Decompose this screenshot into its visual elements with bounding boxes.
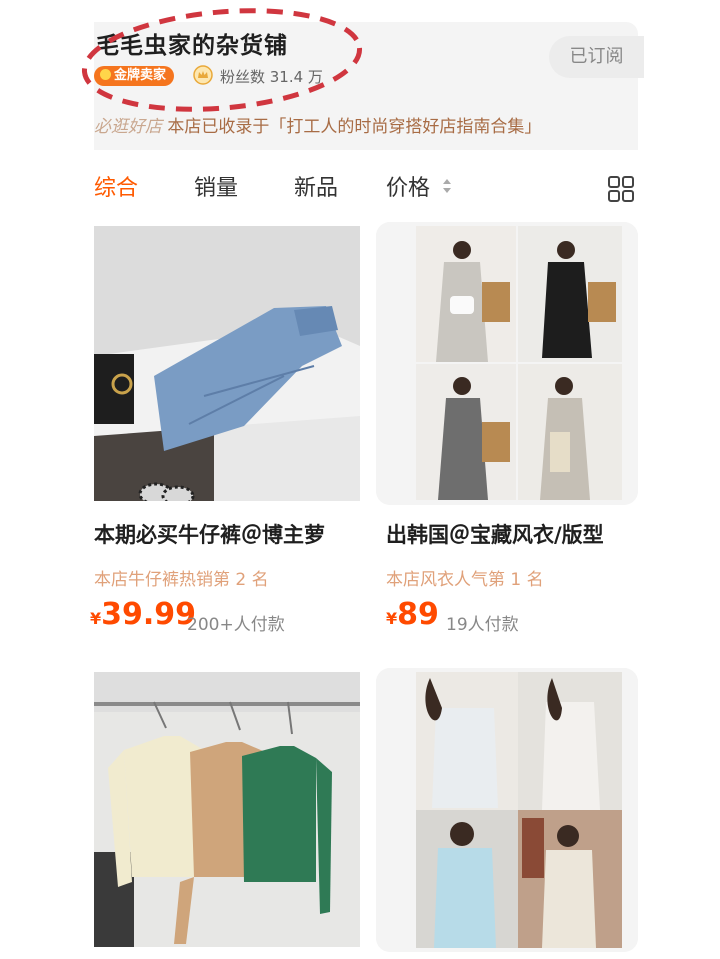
promo-tag: 必逛好店 bbox=[94, 117, 162, 137]
promo-banner[interactable]: 必逛好店 本店已收录于「打工人的时尚穿搭好店指南合集」 bbox=[94, 112, 541, 137]
tab-price[interactable]: 价格 bbox=[386, 170, 430, 202]
price-value: 89 bbox=[397, 597, 439, 632]
price-currency: ¥ bbox=[386, 609, 398, 628]
tab-comprehensive[interactable]: 综合 bbox=[94, 170, 138, 202]
product-image-turtlenecks[interactable] bbox=[94, 672, 360, 947]
product-rank: 本店风衣人气第 1 名 bbox=[386, 570, 544, 590]
grid-view-icon[interactable] bbox=[608, 176, 634, 202]
price-currency: ¥ bbox=[90, 609, 102, 628]
sold-count: 200+人付款 bbox=[187, 615, 285, 635]
promo-text: 本店已收录于「打工人的时尚穿搭好店指南合集」 bbox=[167, 117, 542, 137]
product-rank: 本店牛仔裤热销第 2 名 bbox=[94, 570, 269, 590]
tab-new[interactable]: 新品 bbox=[294, 170, 338, 202]
product-image-trench-coat[interactable] bbox=[376, 222, 638, 505]
product-image-jeans[interactable] bbox=[94, 226, 360, 501]
subscribe-button[interactable]: 已订阅 bbox=[549, 36, 644, 78]
product-price: ¥39.99 bbox=[90, 597, 196, 632]
sort-tabs: 综合 销量 新品 价格 bbox=[94, 170, 638, 210]
price-value: 39.99 bbox=[101, 597, 197, 632]
product-image-blouse[interactable] bbox=[376, 668, 638, 952]
tab-sales[interactable]: 销量 bbox=[194, 170, 238, 202]
product-title[interactable]: 出韩国＠宝藏风衣/版型 bbox=[386, 519, 638, 549]
sort-arrows-icon bbox=[443, 179, 451, 193]
sold-count: 19人付款 bbox=[446, 615, 519, 635]
product-price: ¥89 bbox=[386, 597, 439, 632]
annotation-dashed-ellipse bbox=[81, 8, 363, 112]
product-title[interactable]: 本期必买牛仔裤＠博主萝 bbox=[94, 519, 360, 549]
